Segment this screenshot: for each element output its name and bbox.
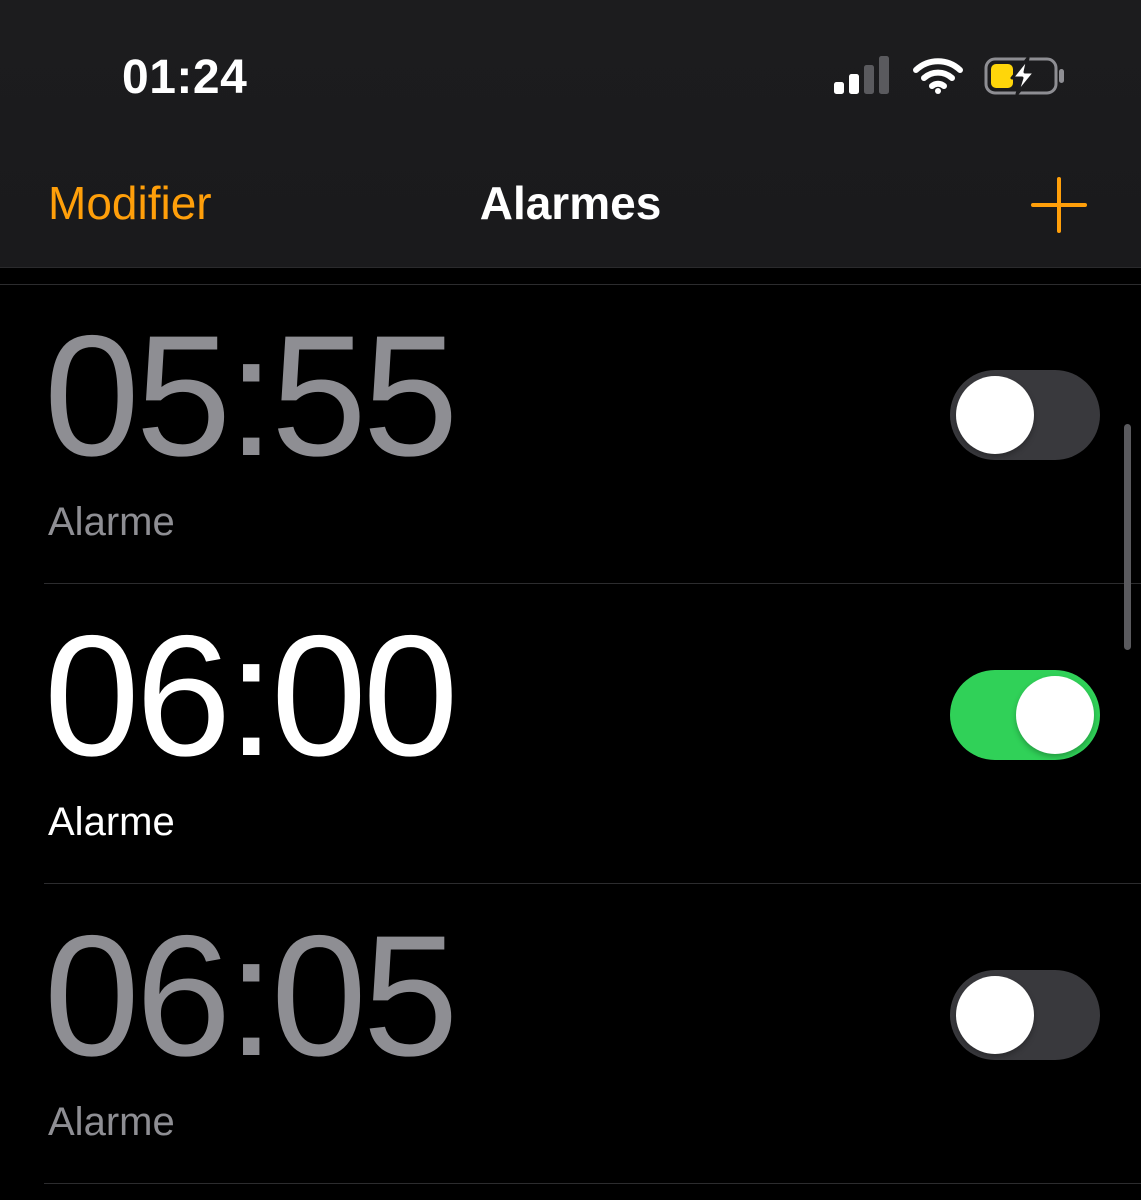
alarm-toggle[interactable] xyxy=(950,370,1100,460)
row-divider xyxy=(44,1183,1141,1184)
clock-alarms-screen: 01:24 Modifier Alarmes 05:55 Alarme 06:0… xyxy=(0,0,1141,1200)
cellular-signal-icon xyxy=(834,56,889,94)
page-title: Alarmes xyxy=(479,177,662,229)
toggle-knob xyxy=(1016,676,1094,754)
alarm-row[interactable]: 06:00 Alarme xyxy=(0,584,1141,884)
alarm-row[interactable]: 05:55 Alarme xyxy=(0,284,1141,584)
alarm-time: 05:55 xyxy=(44,300,458,492)
alarm-time: 06:05 xyxy=(44,900,458,1092)
add-alarm-button[interactable] xyxy=(1030,176,1088,234)
alarm-toggle[interactable] xyxy=(950,970,1100,1060)
alarm-row[interactable]: 06:05 Alarme xyxy=(0,884,1141,1184)
battery-charging-icon xyxy=(984,56,1064,96)
status-time: 01:24 xyxy=(122,51,248,104)
scroll-indicator[interactable] xyxy=(1124,424,1131,650)
alarm-toggle[interactable] xyxy=(950,670,1100,760)
alarm-label: Alarme xyxy=(48,800,175,844)
alarm-label: Alarme xyxy=(48,500,175,544)
alarm-time: 06:00 xyxy=(44,600,458,792)
header: 01:24 Modifier Alarmes xyxy=(0,0,1141,268)
toggle-knob xyxy=(956,976,1034,1054)
toggle-knob xyxy=(956,376,1034,454)
wifi-icon xyxy=(913,58,963,94)
plus-icon xyxy=(1031,177,1087,233)
alarm-list: 05:55 Alarme 06:00 Alarme 06:05 Alarme xyxy=(0,284,1141,1184)
alarm-label: Alarme xyxy=(48,1100,175,1144)
